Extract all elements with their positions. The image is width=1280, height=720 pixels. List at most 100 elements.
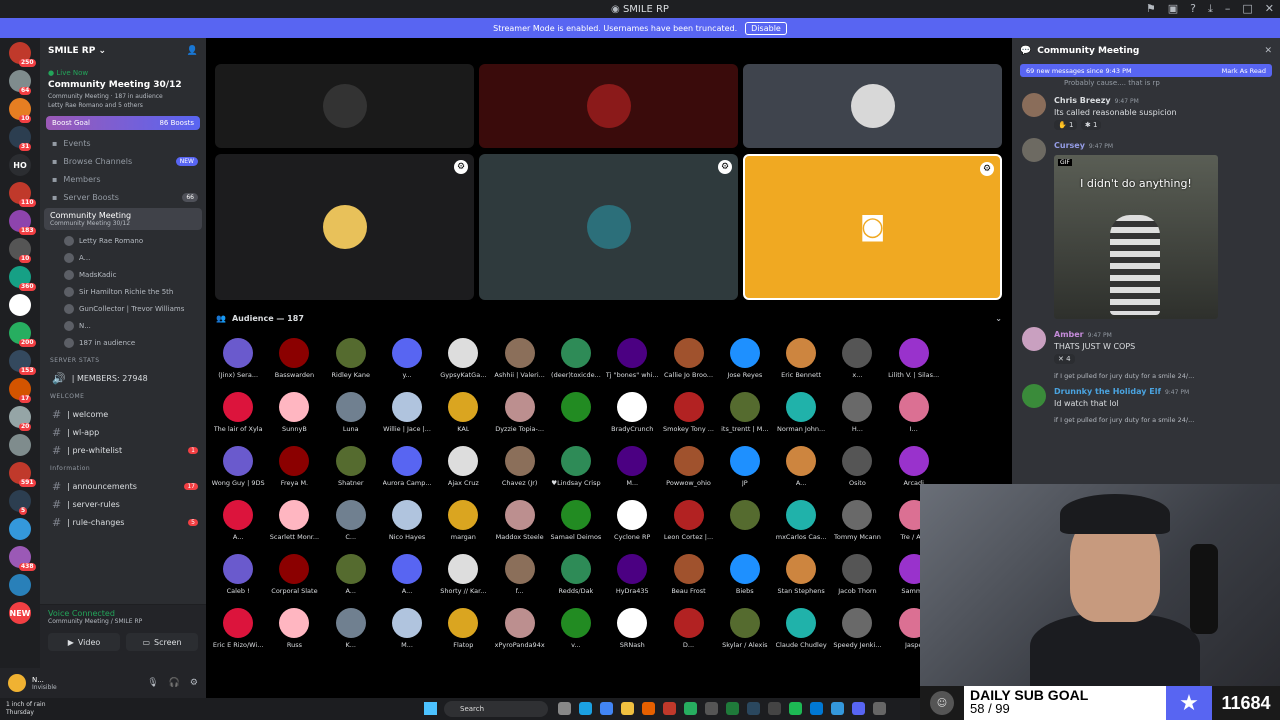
- audience-member[interactable]: Wong Guy | 9DS: [210, 446, 266, 500]
- server-icon[interactable]: [9, 574, 31, 596]
- text-channel[interactable]: # | announcements 17: [40, 477, 206, 495]
- server-icon[interactable]: 110: [9, 182, 36, 207]
- audience-member[interactable]: xPyroPanda94x: [491, 608, 547, 662]
- audience-header[interactable]: 👥 Audience — 187 ⌄: [216, 311, 1002, 325]
- audience-member[interactable]: Willie | Jace |...: [379, 392, 435, 446]
- audience-member[interactable]: (deer)toxicde...: [548, 338, 604, 392]
- audience-member[interactable]: C...: [323, 500, 379, 554]
- audience-member[interactable]: Nico Hayes: [379, 500, 435, 554]
- voice-user[interactable]: GunCollector | Trevor Williams: [40, 300, 206, 317]
- nav-server-boosts[interactable]: ▪ Server Boosts 66: [40, 188, 206, 206]
- maximize-icon[interactable]: □: [1242, 2, 1252, 16]
- audience-member[interactable]: Russ: [266, 608, 322, 662]
- nav-members[interactable]: ▪ Members: [40, 170, 206, 188]
- text-channel[interactable]: # | server-rules: [40, 495, 206, 513]
- settings-icon[interactable]: ⚙: [980, 162, 994, 176]
- audience-member[interactable]: Maddox Steele: [491, 500, 547, 554]
- server-icon[interactable]: 183: [9, 210, 36, 235]
- avatar[interactable]: [1022, 138, 1046, 162]
- taskbar-search[interactable]: Search: [444, 701, 548, 717]
- audience-member[interactable]: [717, 500, 773, 554]
- speaker-tile-active[interactable]: ◙ ⚙: [743, 154, 1002, 300]
- close-icon[interactable]: ✕: [1264, 46, 1272, 56]
- reaction[interactable]: ✕ 4: [1054, 354, 1075, 364]
- server-icon[interactable]: HO: [9, 154, 31, 176]
- server-icon[interactable]: [9, 434, 31, 456]
- audience-member[interactable]: Basswarden: [266, 338, 322, 392]
- mic-icon[interactable]: 🎙: [147, 678, 158, 688]
- server-icon[interactable]: 360: [9, 266, 36, 291]
- message-author[interactable]: Amber: [1054, 330, 1084, 339]
- message-author[interactable]: Cursey: [1054, 141, 1085, 150]
- audience-member[interactable]: SRNash: [604, 608, 660, 662]
- video-button[interactable]: ▶ Video: [48, 633, 120, 651]
- audience-member[interactable]: Scarlett Monr...: [266, 500, 322, 554]
- category-server-stats[interactable]: SERVER STATS: [40, 351, 206, 369]
- audience-member[interactable]: Speedy Jenki...: [829, 608, 885, 662]
- steam-icon[interactable]: [747, 702, 760, 715]
- server-icon[interactable]: 20: [9, 406, 32, 431]
- audience-member[interactable]: Flatop: [435, 608, 491, 662]
- audience-member[interactable]: Tj "bones" whi...: [604, 338, 660, 392]
- audience-member[interactable]: Smokey Tony ...: [660, 392, 716, 446]
- server-header[interactable]: SMILE RP ⌄ 👤: [40, 38, 206, 64]
- audience-member[interactable]: JP: [717, 446, 773, 500]
- server-icon[interactable]: 31: [9, 126, 32, 151]
- audience-member[interactable]: [548, 392, 604, 446]
- new-messages-bar[interactable]: 69 new messages since 9:43 PM Mark As Re…: [1020, 64, 1272, 77]
- audience-member[interactable]: Eric Bennett: [773, 338, 829, 392]
- audience-member[interactable]: ♥Lindsay Crisp: [548, 446, 604, 500]
- audience-member[interactable]: The lair of Xyla: [210, 392, 266, 446]
- speaker-tile[interactable]: [215, 64, 474, 148]
- speaker-tile[interactable]: [479, 64, 738, 148]
- weather-widget[interactable]: 1 inch of rain Thursday: [0, 701, 46, 717]
- audience-member[interactable]: A...: [210, 500, 266, 554]
- server-icon[interactable]: 10: [9, 238, 32, 263]
- server-icon[interactable]: 153: [9, 350, 36, 375]
- audience-member[interactable]: Callie Jo Broo...: [660, 338, 716, 392]
- voice-user[interactable]: MadsKadic: [40, 266, 206, 283]
- audience-member[interactable]: M...: [379, 608, 435, 662]
- audience-member[interactable]: A...: [323, 554, 379, 608]
- reply-preview[interactable]: if I get pulled for jury duty for a smil…: [1012, 372, 1280, 380]
- text-channel[interactable]: # | welcome: [40, 405, 206, 423]
- audience-member[interactable]: GypsyKatGa...: [435, 338, 491, 392]
- app-icon[interactable]: [684, 702, 697, 715]
- audience-member[interactable]: Eric E Rizo/Wi...: [210, 608, 266, 662]
- audience-member[interactable]: Beau Frost: [660, 554, 716, 608]
- audience-member[interactable]: Jose Reyes: [717, 338, 773, 392]
- audience-member[interactable]: Biebs: [717, 554, 773, 608]
- voice-user[interactable]: Letty Rae Romano: [40, 232, 206, 249]
- audience-member[interactable]: D...: [660, 608, 716, 662]
- app-icon[interactable]: [810, 702, 823, 715]
- spotify-icon[interactable]: [789, 702, 802, 715]
- audience-member[interactable]: Leon Cortez |...: [660, 500, 716, 554]
- audience-member[interactable]: Osito: [829, 446, 885, 500]
- avatar[interactable]: [1022, 93, 1046, 117]
- avatar[interactable]: [1022, 327, 1046, 351]
- audience-member[interactable]: M...: [604, 446, 660, 500]
- app-icon[interactable]: [705, 702, 718, 715]
- audience-member[interactable]: A...: [379, 554, 435, 608]
- audience-member[interactable]: (Jinx) Sera...: [210, 338, 266, 392]
- audience-member[interactable]: Skylar / Alexis: [717, 608, 773, 662]
- folder-icon[interactable]: [621, 702, 634, 715]
- mark-read-button[interactable]: Mark As Read: [1222, 67, 1266, 75]
- message-author[interactable]: Chris Breezy: [1054, 96, 1111, 105]
- download-icon[interactable]: ⤓: [1208, 2, 1213, 16]
- text-channel[interactable]: # | pre-whitelist 1: [40, 441, 206, 459]
- server-icon[interactable]: [9, 518, 31, 540]
- app-icon[interactable]: [768, 702, 781, 715]
- audience-member[interactable]: Lilith V. | Silas...: [886, 338, 942, 392]
- audience-member[interactable]: Jacob Thorn: [829, 554, 885, 608]
- audience-member[interactable]: A...: [773, 446, 829, 500]
- server-icon[interactable]: 64: [9, 70, 32, 95]
- reaction[interactable]: ✋ 1: [1054, 120, 1078, 130]
- audience-member[interactable]: I...: [886, 392, 942, 446]
- reaction[interactable]: ✱ 1: [1080, 120, 1102, 130]
- nav-events[interactable]: ▪ Events: [40, 134, 206, 152]
- headphones-icon[interactable]: 🎧: [169, 678, 180, 688]
- speaker-tile[interactable]: ⚙: [479, 154, 738, 300]
- discord-icon[interactable]: [852, 702, 865, 715]
- reply-preview[interactable]: if I get pulled for jury duty for a smil…: [1012, 416, 1280, 424]
